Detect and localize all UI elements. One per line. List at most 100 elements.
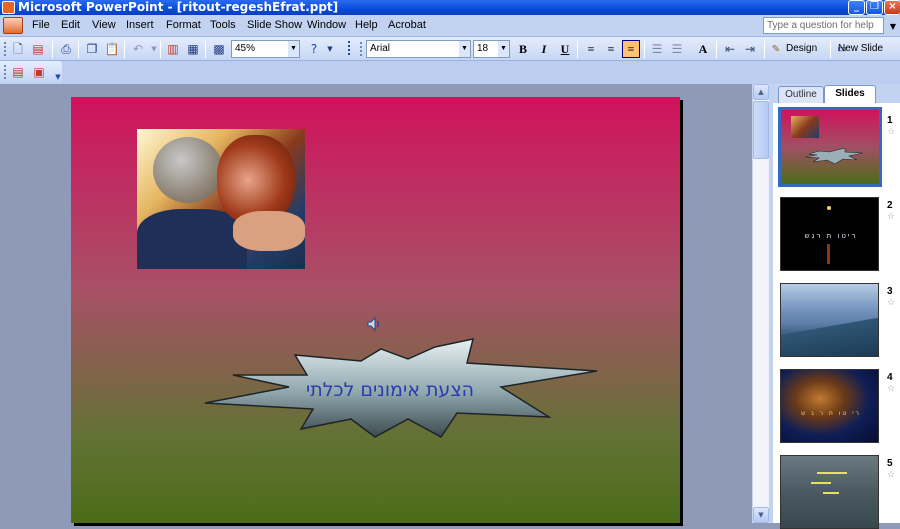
sound-icon[interactable] <box>366 316 382 332</box>
thumb-photo <box>791 116 819 138</box>
animation-star-icon: ☆ <box>887 212 896 222</box>
menu-format[interactable]: Format <box>166 19 201 31</box>
convert-to-pdf-icon[interactable]: ▤ <box>10 64 26 80</box>
tab-slides[interactable]: Slides <box>824 85 876 103</box>
window-title: Microsoft PowerPoint - [ritout-regeshEfr… <box>18 0 339 14</box>
toolbar-options-icon[interactable] <box>348 41 351 55</box>
new-slide-button[interactable]: New Slide <box>838 43 883 54</box>
chevron-down-icon[interactable]: ▼ <box>288 41 299 57</box>
standard-toolbar: 🗋 ▤ ⎙ ❐ 📋 ↶ ▼ ▥ ▦ ▩ 45% ▼ ? ▼ Arial ▼ 18… <box>0 37 900 61</box>
toolbar-separator <box>124 41 125 58</box>
toolbar-grip[interactable] <box>4 42 7 56</box>
font-value: Arial <box>370 43 391 54</box>
vertical-scrollbar[interactable]: ▲ ▼ <box>752 84 769 523</box>
toolbar-separator <box>577 41 578 58</box>
increase-font-size-button[interactable]: A <box>694 40 712 58</box>
slide-thumbnail-4[interactable]: רי טו ת ר ג ש <box>780 369 879 443</box>
italic-button[interactable]: I <box>535 40 553 58</box>
help-icon[interactable]: ? <box>306 41 322 57</box>
title-bar: Microsoft PowerPoint - [ritout-regeshEfr… <box>0 0 900 15</box>
zoom-select[interactable]: 45% ▼ <box>231 40 300 58</box>
undo-icon[interactable]: ↶ <box>130 41 146 57</box>
menu-view[interactable]: View <box>92 19 116 31</box>
menu-window[interactable]: Window <box>307 19 346 31</box>
document-menu-icon[interactable] <box>3 17 23 34</box>
slide-thumbnail-2[interactable]: ריטו ת רגש <box>780 197 879 271</box>
toolbar-separator <box>716 41 717 58</box>
align-right-icon[interactable]: ≡ <box>622 40 640 58</box>
slide-title-text[interactable]: הצעת אימונים לכלתי <box>250 379 530 401</box>
toolbar-separator <box>764 41 765 58</box>
insert-chart-icon[interactable]: ▥ <box>165 41 181 57</box>
font-size-value: 18 <box>477 43 489 54</box>
font-size-select[interactable]: 18 ▼ <box>473 40 510 58</box>
align-left-icon[interactable]: ≡ <box>582 40 600 58</box>
slide-number-2: 2 <box>887 200 893 211</box>
scroll-thumb[interactable] <box>753 101 769 159</box>
bullets-icon[interactable]: ☰ <box>668 40 686 58</box>
pdf-email-icon[interactable]: ▣ <box>31 64 47 80</box>
slide-number-4: 4 <box>887 372 893 383</box>
scroll-up-icon[interactable]: ▲ <box>753 84 769 100</box>
align-center-icon[interactable]: ≡ <box>602 40 620 58</box>
print-icon[interactable]: ⎙ <box>58 41 74 57</box>
toolbar-separator <box>52 41 53 58</box>
thumb-candle <box>827 244 830 264</box>
thumb-candle-flame <box>827 206 831 210</box>
tab-outline[interactable]: Outline <box>778 86 824 103</box>
pdf-icon[interactable]: ▤ <box>30 41 46 57</box>
numbering-icon[interactable]: ☰ <box>648 40 666 58</box>
thumb-text-line <box>811 482 831 484</box>
photo-arm <box>233 211 305 251</box>
animation-star-icon: ☆ <box>887 298 896 308</box>
slide-number-5: 5 <box>887 458 893 469</box>
close-button[interactable]: × <box>884 0 900 15</box>
slide-thumbnail-1[interactable] <box>778 107 882 187</box>
design-icon[interactable]: ✎ <box>768 42 784 58</box>
slide-number-1: 1 <box>887 115 893 126</box>
increase-indent-icon[interactable]: ⇥ <box>741 40 759 58</box>
toolbar-separator <box>78 41 79 58</box>
thumb-text-line <box>823 492 839 494</box>
decrease-indent-icon[interactable]: ⇤ <box>721 40 739 58</box>
animation-star-icon: ☆ <box>887 470 896 480</box>
thumb-text: רי טו ת ר ג ש <box>801 410 861 417</box>
bold-button[interactable]: B <box>514 40 532 58</box>
animation-star-icon: ☆ <box>887 127 896 137</box>
toolbar-separator <box>644 41 645 58</box>
toolbar-grip[interactable] <box>360 42 363 56</box>
menu-edit[interactable]: Edit <box>61 19 80 31</box>
toolbar-separator <box>205 41 206 58</box>
copy-icon[interactable]: ❐ <box>84 41 100 57</box>
scroll-down-icon[interactable]: ▼ <box>753 507 769 523</box>
slide-thumbnails: 1 ☆ ריטו ת רגש 2 ☆ 3 ☆ רי טו ת ר ג ש 4 ☆… <box>773 103 900 529</box>
slide-thumbnail-5[interactable] <box>780 455 879 529</box>
paste-icon[interactable]: 📋 <box>104 41 120 57</box>
menu-insert[interactable]: Insert <box>126 19 154 31</box>
slide-photo[interactable] <box>137 129 305 269</box>
help-dropdown-icon[interactable]: ▼ <box>322 41 338 57</box>
chevron-down-icon[interactable]: ▼ <box>459 41 470 57</box>
insert-table-icon[interactable]: ▦ <box>185 41 201 57</box>
design-button[interactable]: Design <box>786 43 817 54</box>
new-document-icon[interactable]: 🗋 <box>10 41 26 57</box>
menu-acrobat[interactable]: Acrobat <box>388 19 426 31</box>
toolbar-grip[interactable] <box>4 65 7 79</box>
menu-file[interactable]: File <box>32 19 50 31</box>
chevron-down-icon[interactable]: ▼ <box>498 41 509 57</box>
underline-button[interactable]: U <box>556 40 574 58</box>
show-grid-icon[interactable]: ▩ <box>211 41 227 57</box>
slide-number-3: 3 <box>887 286 893 297</box>
slide-thumbnail-3[interactable] <box>780 283 879 357</box>
menu-tools[interactable]: Tools <box>210 19 236 31</box>
font-select[interactable]: Arial ▼ <box>366 40 471 58</box>
restore-button[interactable]: ❐ <box>866 0 883 15</box>
toolbar-options-icon[interactable]: ▼ <box>50 69 66 85</box>
menu-slide-show[interactable]: Slide Show <box>247 19 302 31</box>
help-search-input[interactable]: Type a question for help <box>763 17 884 34</box>
menu-help[interactable]: Help <box>355 19 378 31</box>
menu-bar: File Edit View Insert Format Tools Slide… <box>0 15 900 37</box>
help-dropdown-icon[interactable]: ▼ <box>890 22 896 31</box>
powerpoint-app-icon[interactable] <box>2 1 15 14</box>
minimize-button[interactable]: _ <box>848 0 865 15</box>
